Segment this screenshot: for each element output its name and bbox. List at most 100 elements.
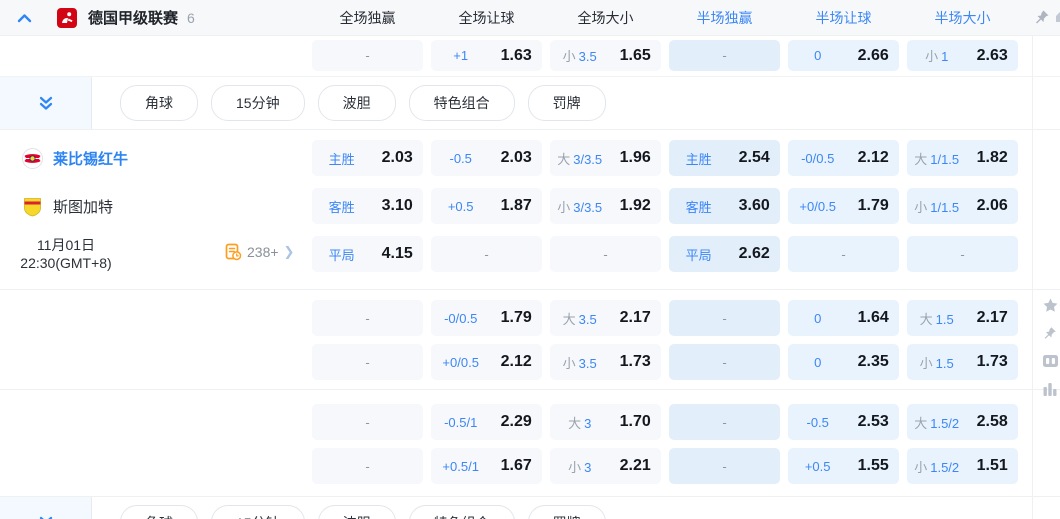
expand-markets-button[interactable] bbox=[0, 497, 92, 519]
odds-cell[interactable]: +0.5 1.55 bbox=[788, 448, 899, 484]
column-header-half-total[interactable]: 半场大小 bbox=[907, 8, 1018, 28]
alt-row: - +0/0.5 2.12 小 3.5 1.73-0 2.35 小 1.5 1.73 bbox=[0, 344, 1060, 380]
odds-cell[interactable]: +0.5/1 1.67 bbox=[431, 448, 542, 484]
market-pill-group-top: 角球 15分钟 波胆 特色组合 罚牌 bbox=[120, 85, 606, 121]
odds-label: 小 1/1.5 bbox=[914, 199, 960, 215]
odds-cell[interactable]: 小 1.5/2 1.51 bbox=[907, 448, 1018, 484]
odds-cell[interactable]: 主胜 2.54 bbox=[669, 140, 780, 176]
alternate-lines-group-2: - -0.5/1 2.29 大 3 1.70 - -0.5 2.53 大 1.5/2 2.58 - +0… bbox=[0, 390, 1060, 496]
market-pill[interactable]: 罚牌 bbox=[527, 505, 606, 519]
odds-cell[interactable]: 0 1.64 bbox=[788, 300, 899, 336]
odds-label: 平局 bbox=[685, 247, 712, 263]
empty-dash: - bbox=[365, 354, 370, 370]
alt-left-spacer bbox=[0, 344, 312, 380]
odds-value: 2.53 bbox=[857, 413, 889, 430]
odds-cell[interactable]: 0 2.66 bbox=[788, 40, 899, 71]
more-markets-link[interactable]: 238+ ❯ bbox=[224, 243, 294, 261]
more-markets-count: 238+ bbox=[247, 244, 279, 260]
odds-cell[interactable]: 小 3/3.5 1.92 bbox=[550, 188, 661, 224]
match-date: 11月01日 bbox=[36, 237, 96, 253]
odds-cell[interactable]: +1 1.63 bbox=[431, 40, 542, 71]
alt-row: - -0/0.5 1.79 大 3.5 2.17-0 1.64 大 1.5 2.17 bbox=[0, 300, 1060, 336]
live-score-button[interactable] bbox=[1041, 352, 1059, 370]
away-team-row: 斯图加特 客胜 3.10 +0.5 1.87 小 3/3.5 1.92 客胜 3.60 +0/0.… bbox=[0, 188, 1060, 224]
over-under-prefix: 小 bbox=[562, 355, 576, 371]
expand-markets-button[interactable] bbox=[0, 77, 92, 129]
market-pill[interactable]: 角球 bbox=[120, 85, 198, 121]
odds-cell-empty: - bbox=[312, 300, 423, 336]
odds-row-alt-2-over: - -0.5/1 2.29 大 3 1.70 - -0.5 2.53 大 1.5/2 2.58 bbox=[312, 404, 1018, 440]
market-pill[interactable]: 罚牌 bbox=[527, 85, 606, 121]
market-pill[interactable]: 15分钟 bbox=[211, 505, 305, 519]
over-under-prefix: 小 bbox=[562, 49, 576, 64]
alt-row: - -0.5/1 2.29 大 3 1.70 - -0.5 2.53 大 1.5/2 2.58 bbox=[0, 404, 1060, 440]
over-under-prefix: 小 bbox=[557, 199, 571, 215]
odds-cell[interactable]: 平局 4.15 bbox=[312, 236, 423, 272]
odds-cell[interactable]: 客胜 3.60 bbox=[669, 188, 780, 224]
odds-value: 2.12 bbox=[857, 149, 889, 166]
odds-value: 2.29 bbox=[500, 413, 532, 430]
odds-cell[interactable]: 大 1.5/2 2.58 bbox=[907, 404, 1018, 440]
over-under-prefix: 大 bbox=[557, 151, 571, 167]
odds-cell[interactable]: 小 3.5 1.73 bbox=[550, 344, 661, 380]
odds-cell[interactable]: 大 1/1.5 1.82 bbox=[907, 140, 1018, 176]
column-header-half-handicap[interactable]: 半场让球 bbox=[788, 8, 899, 28]
odds-cell[interactable]: 大 3/3.5 1.96 bbox=[550, 140, 661, 176]
stats-button[interactable] bbox=[1041, 380, 1059, 398]
odds-value: 1.63 bbox=[500, 46, 532, 64]
odds-label: 大 1.5/2 bbox=[914, 415, 960, 431]
market-pill[interactable]: 特色组合 bbox=[408, 85, 515, 121]
odds-value: 2.62 bbox=[738, 245, 770, 262]
odds-cell[interactable]: 大 3.5 2.17 bbox=[550, 300, 661, 336]
pushpin-icon bbox=[1036, 10, 1049, 24]
over-under-prefix: 小 bbox=[919, 355, 933, 371]
odds-value: 1.67 bbox=[500, 457, 532, 474]
odds-cell[interactable]: 客胜 3.10 bbox=[312, 188, 423, 224]
away-team-cell[interactable]: 斯图加特 bbox=[0, 188, 312, 224]
column-header-full-win[interactable]: 全场独赢 bbox=[312, 8, 423, 28]
market-pill[interactable]: 15分钟 bbox=[211, 85, 305, 121]
odds-cell[interactable]: 小 3 2.21 bbox=[550, 448, 661, 484]
away-team-logo-icon bbox=[24, 197, 41, 216]
odds-cell[interactable]: 大 1.5 2.17 bbox=[907, 300, 1018, 336]
odds-cell[interactable]: -0.5 2.03 bbox=[431, 140, 542, 176]
column-header-half-win[interactable]: 半场独赢 bbox=[669, 8, 780, 28]
match-block: 莱比锡红牛 主胜 2.03 -0.5 2.03 大 3/3.5 1.96 主胜 2.54 -0/0… bbox=[0, 130, 1060, 290]
home-team-cell[interactable]: 莱比锡红牛 bbox=[0, 140, 312, 176]
odds-cell[interactable]: 大 3 1.70 bbox=[550, 404, 661, 440]
odds-cell[interactable]: 小 1/1.5 2.06 bbox=[907, 188, 1018, 224]
league-match-count: 6 bbox=[187, 9, 195, 26]
odds-cell[interactable]: +0/0.5 2.12 bbox=[431, 344, 542, 380]
odds-cell[interactable]: +0.5 1.87 bbox=[431, 188, 542, 224]
double-chevron-down-icon bbox=[39, 516, 52, 519]
odds-cell[interactable]: -0/0.5 1.79 bbox=[431, 300, 542, 336]
favorite-star-button[interactable] bbox=[1041, 296, 1059, 314]
odds-cell[interactable]: -0.5 2.53 bbox=[788, 404, 899, 440]
edge-cut-icon[interactable] bbox=[1055, 10, 1060, 29]
odds-cell[interactable]: 小 3.5 1.65 bbox=[550, 40, 661, 71]
odds-cell-empty: - bbox=[312, 448, 423, 484]
odds-cell[interactable]: -0.5/1 2.29 bbox=[431, 404, 542, 440]
market-pill[interactable]: 角球 bbox=[120, 505, 198, 519]
odds-label: +0/0.5 bbox=[799, 198, 836, 214]
collapse-league-button[interactable] bbox=[15, 9, 33, 27]
odds-cell[interactable]: 小 1.5 1.73 bbox=[907, 344, 1018, 380]
odds-cell[interactable]: 主胜 2.03 bbox=[312, 140, 423, 176]
odds-label: -0/0.5 bbox=[444, 310, 478, 326]
pin-match-button[interactable] bbox=[1041, 324, 1059, 342]
odds-cell[interactable]: -0/0.5 2.12 bbox=[788, 140, 899, 176]
column-header-full-handicap[interactable]: 全场让球 bbox=[431, 8, 542, 28]
odds-value: 4.15 bbox=[381, 245, 413, 262]
odds-cell[interactable]: +0/0.5 1.79 bbox=[788, 188, 899, 224]
market-pill[interactable]: 特色组合 bbox=[408, 505, 515, 519]
odds-cell[interactable]: 0 2.35 bbox=[788, 344, 899, 380]
odds-cell[interactable]: 小 1 2.63 bbox=[907, 40, 1018, 71]
market-pill[interactable]: 波胆 bbox=[317, 85, 396, 121]
odds-label: 小 3.5 bbox=[562, 355, 597, 371]
odds-value: 2.12 bbox=[500, 353, 532, 370]
market-pill[interactable]: 波胆 bbox=[317, 505, 396, 519]
extra-markets-bar-bottom: 角球 15分钟波胆特色组合罚牌 bbox=[0, 496, 1060, 519]
column-header-full-total[interactable]: 全场大小 bbox=[550, 8, 661, 28]
odds-cell[interactable]: 平局 2.62 bbox=[669, 236, 780, 272]
pin-league-button[interactable] bbox=[1033, 8, 1051, 31]
